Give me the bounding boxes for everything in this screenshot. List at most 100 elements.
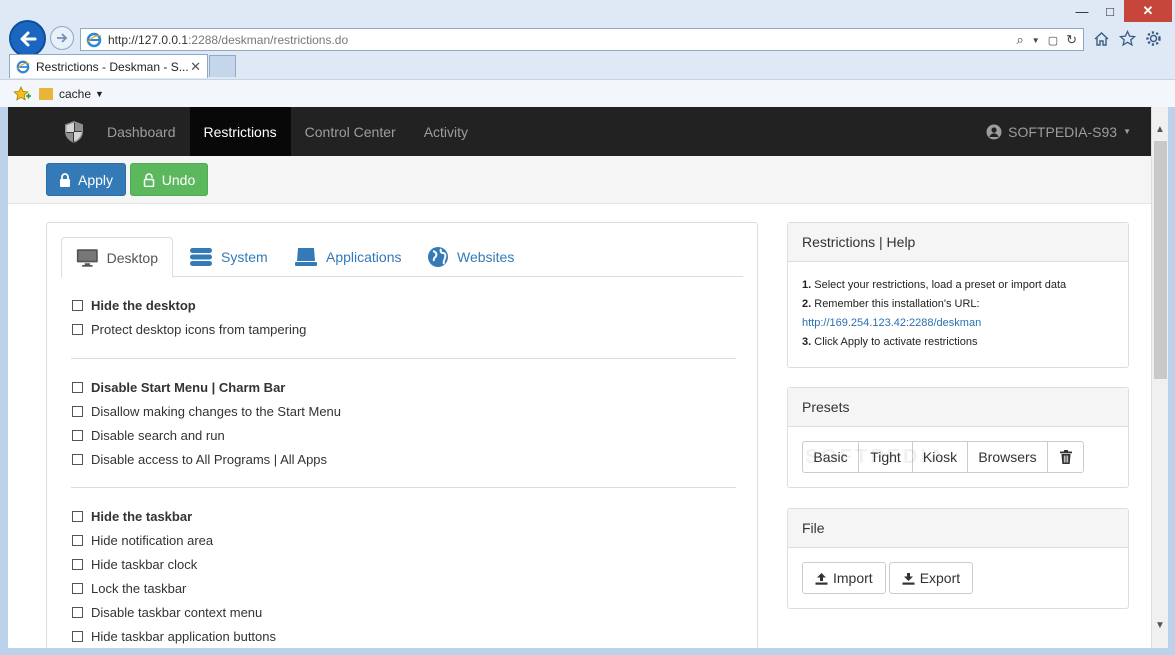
option-protect-desktop-icons[interactable]: Protect desktop icons from tampering [71,317,736,341]
option-disallow-start-menu-changes[interactable]: Disallow making changes to the Start Men… [71,399,736,423]
apply-label: Apply [77,171,114,188]
checkbox[interactable] [72,606,83,618]
search-icon[interactable]: ⌕ [1016,32,1023,48]
option-hide-taskbar-clock[interactable]: Hide taskbar clock [71,552,736,576]
minimize-button[interactable]: — [1068,0,1096,22]
nav-activity[interactable]: Activity [410,107,482,156]
tab-websites[interactable]: Websites [413,237,528,277]
checkbox[interactable] [72,323,83,335]
new-tab-button[interactable] [209,55,236,77]
monitor-icon [76,248,98,267]
option-disable-all-programs[interactable]: Disable access to All Programs | All App… [71,447,736,471]
scroll-down-icon[interactable]: ▼ [1152,617,1168,634]
checkbox[interactable] [72,534,83,546]
divider [71,487,736,488]
help-body: 1. Select your restrictions, load a pres… [788,262,1128,352]
step-text: Select your restrictions, load a preset … [811,279,1067,291]
favorites-bar: cache ▼ [0,79,1175,107]
close-window-button[interactable]: ✕ [1124,0,1172,22]
tab-desktop[interactable]: Desktop [61,237,173,278]
option-disable-start-menu[interactable]: Disable Start Menu | Charm Bar [71,375,736,399]
option-label: Hide taskbar clock [91,556,198,572]
checkbox[interactable] [72,582,83,594]
export-label: Export [919,570,961,586]
page-icon[interactable]: ▢ [1048,34,1058,47]
help-panel: Restrictions | Help 1. Select your restr… [787,222,1129,368]
maximize-button[interactable]: □ [1096,0,1124,22]
tab-system[interactable]: System [175,237,282,277]
option-hide-desktop[interactable]: Hide the desktop [71,293,736,317]
taskbar-group: Hide the taskbar Hide notification area … [71,504,736,648]
user-avatar-icon [986,124,1002,139]
checkbox[interactable] [72,381,83,393]
import-button[interactable]: Import [802,562,886,594]
step-number: 1. [802,279,812,291]
page-scrollbar[interactable]: ▲ ▼ [1151,107,1168,648]
settings-gear-icon[interactable] [1144,29,1162,47]
option-hide-taskbar-app-buttons[interactable]: Hide taskbar application buttons [71,624,736,648]
close-tab-icon[interactable]: ✕ [190,59,201,75]
help-title: Restrictions | Help [788,223,1128,262]
tab-applications-label: Applications [326,249,402,265]
delete-preset-button[interactable] [1047,441,1084,473]
checkbox[interactable] [72,429,83,441]
url-host: http://127.0.0.1 [108,32,189,47]
option-label: Disable Start Menu | Charm Bar [91,379,286,395]
start-menu-group: Disable Start Menu | Charm Bar Disallow … [71,375,736,471]
checkbox[interactable] [72,510,83,522]
option-lock-taskbar[interactable]: Lock the taskbar [71,576,736,600]
nav-restrictions[interactable]: Restrictions [189,107,291,156]
chevron-down-icon[interactable]: ▼ [95,89,104,99]
forward-button[interactable] [50,26,74,50]
file-panel: File Import Export [787,508,1129,609]
checkbox[interactable] [72,405,83,417]
address-bar[interactable]: http://127.0.0.1:2288/deskman/restrictio… [80,28,1084,51]
checkbox[interactable] [72,453,83,465]
browser-tab[interactable]: Restrictions - Deskman - S... ✕ [9,54,208,78]
arrow-right-icon [57,33,68,43]
checkbox[interactable] [72,299,83,311]
back-button[interactable] [9,20,46,57]
option-label: Hide the desktop [91,297,196,313]
url-path: :2288/deskman/restrictions.do [188,32,349,47]
tab-applications[interactable]: Applications [280,237,416,277]
step-number: 3. [802,336,812,348]
nav-dashboard[interactable]: Dashboard [93,107,190,156]
installation-url-link[interactable]: http://169.254.123.42:2288/deskman [802,317,981,329]
restriction-tabs: Desktop System Applications Websites [61,237,743,278]
window-frame-right [1168,107,1175,648]
option-hide-taskbar[interactable]: Hide the taskbar [71,504,736,528]
export-button[interactable]: Export [888,562,974,594]
user-menu[interactable]: SOFTPEDIA-S93 ▼ [986,107,1131,156]
shield-logo-icon[interactable] [54,107,93,156]
laptop-icon [295,248,317,266]
checkbox[interactable] [72,558,83,570]
checkbox[interactable] [72,630,83,642]
preset-browsers-button[interactable]: Browsers [967,441,1048,473]
option-disable-search-run[interactable]: Disable search and run [71,423,736,447]
favorites-folder-cache[interactable]: cache [59,87,91,101]
option-hide-notification-area[interactable]: Hide notification area [71,528,736,552]
step-number: 2. [802,298,812,310]
add-favorite-icon[interactable] [13,85,31,102]
scroll-up-icon[interactable]: ▲ [1152,121,1168,138]
favorites-star-icon[interactable] [1118,29,1136,47]
option-disable-taskbar-context-menu[interactable]: Disable taskbar context menu [71,600,736,624]
desktop-group: Hide the desktop Protect desktop icons f… [71,293,736,341]
option-label: Disallow making changes to the Start Men… [91,403,342,419]
refresh-icon[interactable]: ↻ [1066,32,1077,48]
option-label: Hide the taskbar [91,508,193,524]
option-label: Disable search and run [91,427,225,443]
undo-button[interactable]: Undo [130,163,208,196]
apply-button[interactable]: Apply [46,163,126,196]
server-stack-icon [190,248,212,266]
watermark: SOFTPEDIA [805,446,947,468]
arrow-left-icon [20,31,36,46]
nav-control-center[interactable]: Control Center [291,107,410,156]
step-text: Remember this installation's URL: [811,298,980,310]
scroll-thumb[interactable] [1154,141,1167,379]
dropdown-icon[interactable]: ▼ [1032,36,1040,45]
option-label: Protect desktop icons from tampering [91,321,307,337]
home-icon[interactable] [1092,29,1110,47]
ie-logo-icon [16,60,30,73]
